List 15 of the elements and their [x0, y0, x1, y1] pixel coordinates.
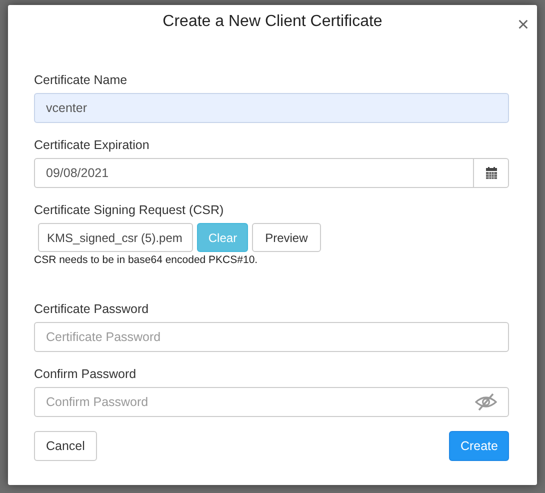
preview-button[interactable]: Preview — [252, 223, 321, 252]
field-label: Confirm Password — [34, 367, 138, 381]
dialog-title: Create a New Client Certificate — [162, 13, 382, 31]
field-label: Certificate Password — [34, 302, 150, 316]
field-label: Certificate Expiration — [34, 138, 150, 152]
help-text: CSR needs to be in base64 encoded PKCS#10. — [34, 254, 259, 266]
field-label: Certificate Signing Request (CSR) — [34, 203, 225, 217]
date-field[interactable]: 09/08/2021 — [34, 158, 509, 188]
text-field[interactable]: vcenter — [34, 93, 509, 123]
file-name-field[interactable]: KMS_signed_csr (5).pem — [38, 223, 194, 252]
cancel-button[interactable]: Cancel — [34, 431, 97, 461]
close-button[interactable]: × — [517, 15, 529, 35]
calendar-icon[interactable] — [486, 167, 496, 179]
field-label: Certificate Name — [34, 73, 128, 87]
eye-slash-icon[interactable] — [475, 393, 497, 411]
